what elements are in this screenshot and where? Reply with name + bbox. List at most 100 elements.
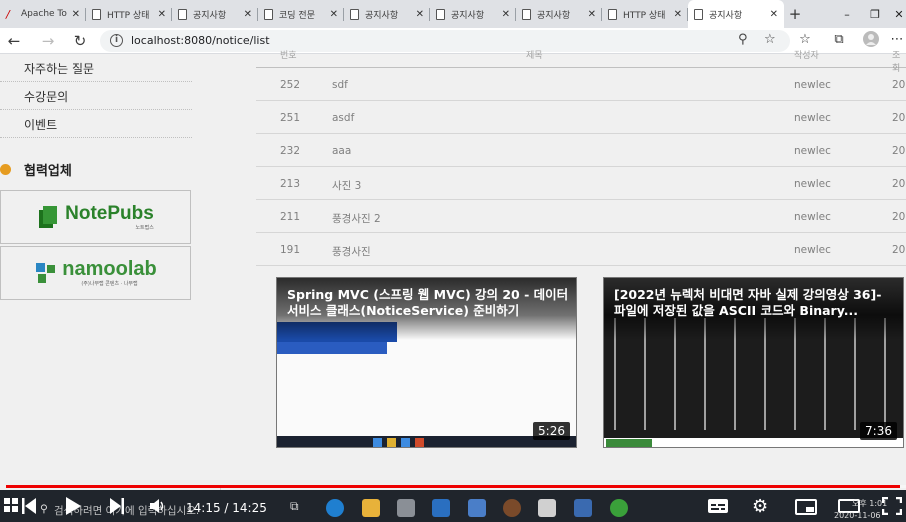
tab-label: HTTP 상태 — [107, 10, 150, 21]
table-row[interactable]: 213 사진 3 newlec 202 — [256, 167, 906, 200]
tab-close-icon[interactable]: ✕ — [416, 9, 424, 20]
settings-gear-icon[interactable]: ⚙ — [752, 496, 768, 517]
video-card-title[interactable]: [2022년 뉴렉처 비대면 자바 실제 강의영상 36]- 파일에 저장된 값… — [614, 287, 896, 319]
app-icon[interactable] — [574, 499, 592, 517]
app-icon[interactable] — [468, 499, 486, 517]
page-icon — [92, 8, 101, 20]
tab-2[interactable]: HTTP 상태 ✕ — [86, 0, 172, 28]
miniplayer-icon[interactable] — [795, 499, 817, 519]
windows-start-icon[interactable] — [4, 498, 18, 516]
bookmark-star-icon[interactable]: ☆ — [764, 32, 776, 47]
partner-logo-namoolab[interactable]: namoolab (주)나무랩 콘텐츠 · 나무랩 — [0, 246, 191, 300]
page-icon — [178, 8, 187, 20]
page-icon — [264, 8, 273, 20]
notice-id: 251 — [280, 112, 301, 124]
notice-writer: newlec — [794, 178, 831, 190]
page-icon — [436, 8, 445, 20]
tab-6[interactable]: 공지사항 ✕ — [430, 0, 516, 28]
table-row[interactable]: 251 asdf newlec 202 — [256, 101, 906, 134]
tab-1[interactable]: / Apache To ✕ — [0, 0, 86, 28]
divider — [0, 109, 192, 110]
partner-logo-notepubs[interactable]: NotePubs 노트펍스 — [0, 190, 191, 244]
table-row[interactable]: 252 sdf newlec 202 — [256, 68, 906, 101]
notice-title-link[interactable]: 풍경사진 — [332, 244, 371, 259]
divider — [0, 137, 192, 138]
play-icon[interactable] — [66, 497, 81, 519]
progress-bar-played[interactable] — [6, 485, 900, 488]
page-icon — [608, 8, 617, 20]
minimize-button[interactable]: – — [832, 0, 862, 28]
clock-date: 2020-11-06 — [834, 511, 881, 520]
tab-close-icon[interactable]: ✕ — [674, 9, 682, 20]
tab-close-icon[interactable]: ✕ — [158, 9, 166, 20]
page-icon — [522, 8, 531, 20]
back-button[interactable]: ← — [4, 31, 24, 51]
video-card-title[interactable]: Spring MVC (스프링 웹 MVC) 강의 20 - 데이터 서비스 클… — [287, 287, 569, 319]
url-text[interactable]: localhost:8080/notice/list — [131, 34, 270, 47]
tab-close-icon[interactable]: ✕ — [72, 9, 80, 20]
zoom-icon[interactable]: ⚲ — [738, 32, 748, 47]
forward-button[interactable]: → — [38, 31, 58, 51]
menu-icon[interactable]: ⋯ — [888, 31, 906, 49]
tab-label: 공지사항 — [451, 10, 485, 21]
notice-writer: newlec — [794, 112, 831, 124]
namoolab-name: namoolab — [62, 258, 157, 280]
sidebar-item-inquiry[interactable]: 수강문의 — [24, 88, 68, 105]
mail-icon[interactable] — [432, 499, 450, 517]
tab-8[interactable]: HTTP 상태 ✕ — [602, 0, 688, 28]
table-row[interactable]: 211 풍경사진 2 newlec 202 — [256, 200, 906, 233]
new-tab-button[interactable]: + — [784, 0, 806, 28]
site-info-icon[interactable]: i — [110, 34, 123, 47]
omnibox[interactable]: i localhost:8080/notice/list ⚲ ☆ — [100, 30, 790, 52]
table-row[interactable]: 191 풍경사진 newlec 202 — [256, 233, 906, 266]
tab-close-icon[interactable]: ✕ — [770, 9, 778, 20]
file-explorer-icon[interactable] — [362, 499, 380, 517]
tab-close-icon[interactable]: ✕ — [330, 9, 338, 20]
notice-title-link[interactable]: asdf — [332, 112, 354, 124]
notice-title-link[interactable]: aaa — [332, 145, 351, 157]
tab-7[interactable]: 공지사항 ✕ — [516, 0, 602, 28]
fullscreen-icon[interactable] — [881, 496, 903, 519]
video-card-1[interactable]: Spring MVC (스프링 웹 MVC) 강의 20 - 데이터 서비스 클… — [276, 277, 577, 448]
subtitles-icon[interactable] — [708, 499, 728, 517]
reading-list-icon[interactable]: ☆ — [796, 31, 814, 49]
previous-video-icon[interactable] — [22, 498, 36, 518]
app-icon[interactable] — [538, 499, 556, 517]
header-writer: 작성자 — [794, 51, 819, 61]
notice-date: 202 — [892, 145, 906, 157]
store-icon[interactable] — [397, 499, 415, 517]
playback-time: 14:15 / 14:25 — [186, 501, 267, 515]
table-row[interactable]: 232 aaa newlec 202 — [256, 134, 906, 167]
tab-label: 공지사항 — [193, 10, 227, 21]
tab-label: 공지사항 — [537, 10, 571, 21]
notice-title-link[interactable]: 사진 3 — [332, 178, 361, 193]
notice-title-link[interactable]: 풍경사진 2 — [332, 211, 381, 226]
tab-5[interactable]: 공지사항 ✕ — [344, 0, 430, 28]
app-icon[interactable] — [610, 499, 628, 517]
notepubs-logo-icon — [39, 206, 58, 228]
tab-3[interactable]: 공지사항 ✕ — [172, 0, 258, 28]
tab-4[interactable]: 코딩 전문 ✕ — [258, 0, 344, 28]
tab-close-icon[interactable]: ✕ — [588, 9, 596, 20]
notice-writer: newlec — [794, 79, 831, 91]
notice-date: 202 — [892, 211, 906, 223]
edge-browser-icon[interactable] — [326, 499, 344, 517]
sidebar-item-event[interactable]: 이벤트 — [24, 116, 57, 133]
next-video-icon[interactable] — [110, 498, 124, 518]
volume-icon[interactable] — [150, 498, 168, 518]
collections-icon[interactable]: ⧉ — [830, 31, 848, 49]
tab-close-icon[interactable]: ✕ — [502, 9, 510, 20]
task-view-icon[interactable]: ⧉ — [290, 499, 308, 517]
notice-date: 202 — [892, 79, 906, 91]
video-card-2[interactable]: [2022년 뉴렉처 비대면 자바 실제 강의영상 36]- 파일에 저장된 값… — [603, 277, 904, 448]
tab-close-icon[interactable]: ✕ — [244, 9, 252, 20]
taskbar-search-icon[interactable]: ⚲ — [40, 503, 48, 515]
address-bar-row: ← → ↻ i localhost:8080/notice/list ⚲ ☆ ☆… — [0, 28, 906, 54]
close-window-button[interactable]: ✕ — [884, 0, 906, 28]
reload-button[interactable]: ↻ — [70, 31, 90, 51]
tab-9[interactable]: 공지사항 ✕ — [688, 0, 784, 28]
app-icon[interactable] — [503, 499, 521, 517]
sidebar-item-faq[interactable]: 자주하는 질문 — [24, 60, 94, 77]
profile-avatar-icon[interactable] — [862, 31, 880, 49]
notice-title-link[interactable]: sdf — [332, 79, 348, 91]
